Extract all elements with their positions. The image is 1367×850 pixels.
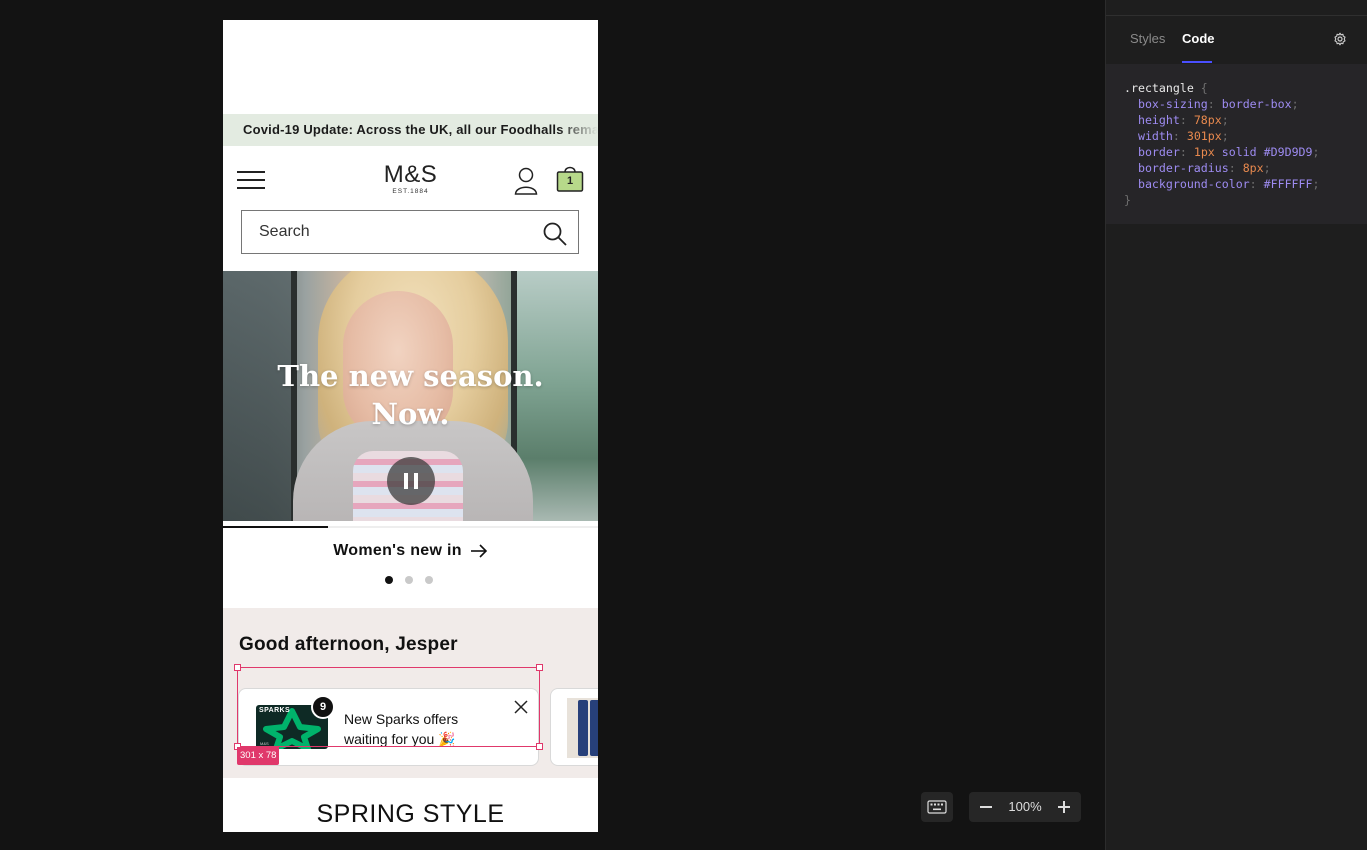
search-icon[interactable] [542,221,568,247]
resize-handle-top-right[interactable] [536,664,543,671]
sparks-card-sub: M&S [260,741,269,746]
zoom-controls: 100% [969,792,1081,822]
hero-title-line2: Now. [371,397,450,431]
css-code-block[interactable]: .rectangle { box-sizing: border-box; hei… [1106,64,1367,224]
panel-topbar [1106,0,1367,16]
inspector-panel: Styles Code .rectangle { box-sizing: bor… [1105,0,1367,850]
resize-handle-bottom-right[interactable] [536,743,543,750]
greeting-section: Good afternoon, Jesper SPARKS M&S 9 New … [223,608,598,778]
carousel-dot-1[interactable] [385,576,393,584]
zoom-level[interactable]: 100% [999,792,1051,822]
hero-banner[interactable]: The new season. Now. [223,271,598,521]
close-icon[interactable] [512,698,530,716]
hero-title-line1: The new season. [277,359,544,393]
zoom-out-button[interactable] [971,792,1001,822]
product-card[interactable] [550,688,598,766]
hero-progress [223,526,598,528]
keyboard-icon [927,800,947,814]
code-line: border: 1px solid #D9D9D9; [1137,145,1320,159]
tab-code[interactable]: Code [1182,31,1215,46]
selection-size-label: 301 x 78 [237,747,280,765]
zoom-in-button[interactable] [1049,792,1079,822]
womens-new-in-link[interactable]: Women's new in [223,542,598,560]
menu-icon[interactable] [237,169,265,191]
pause-button[interactable] [387,457,435,505]
resize-handle-top-left[interactable] [234,664,241,671]
hero-progress-fill [223,526,328,528]
basket-button[interactable]: 1 [556,163,584,193]
logo-brand: M&S [383,161,438,188]
covid-banner-text: Covid-19 Update: Across the UK, all our … [243,122,598,137]
code-line: border-radius: 8px; [1137,161,1271,175]
code-line: width: 301px; [1137,129,1229,143]
covid-banner[interactable]: Covid-19 Update: Across the UK, all our … [223,114,598,146]
greeting-title: Good afternoon, Jesper [239,634,458,655]
active-tab-indicator [1182,61,1212,63]
sparks-card-brand: SPARKS [259,707,291,714]
tab-styles[interactable]: Styles [1130,31,1165,46]
sparks-offer-card[interactable]: SPARKS M&S 9 New Sparks offers waiting f… [238,688,539,766]
arrow-right-icon [470,544,487,558]
search-input[interactable] [242,211,532,253]
sparks-offer-text: New Sparks offers waiting for you 🎉 [344,711,459,747]
carousel-dot-3[interactable] [425,576,433,584]
hero-title: The new season. Now. [223,357,598,433]
code-selector: .rectangle [1124,81,1194,95]
code-line: box-sizing: border-box; [1137,97,1299,111]
hero-link-label: Women's new in [333,542,462,559]
keyboard-shortcuts-button[interactable] [921,792,953,822]
ms-logo[interactable]: M&S EST.1884 [373,160,448,195]
offers-count-badge: 9 [311,695,335,719]
gear-icon[interactable] [1333,32,1347,46]
section-title: SPRING STYLE [316,800,505,828]
code-line: background-color: #FFFFFF; [1137,177,1320,191]
carousel-dot-2[interactable] [405,576,413,584]
mobile-artboard: Covid-19 Update: Across the UK, all our … [223,20,598,832]
account-icon[interactable] [514,164,538,196]
code-line: height: 78px; [1137,113,1229,127]
search-bar [241,210,579,254]
banner-fade [558,114,598,146]
jeans-product-image [567,698,598,758]
basket-count: 1 [566,175,574,187]
